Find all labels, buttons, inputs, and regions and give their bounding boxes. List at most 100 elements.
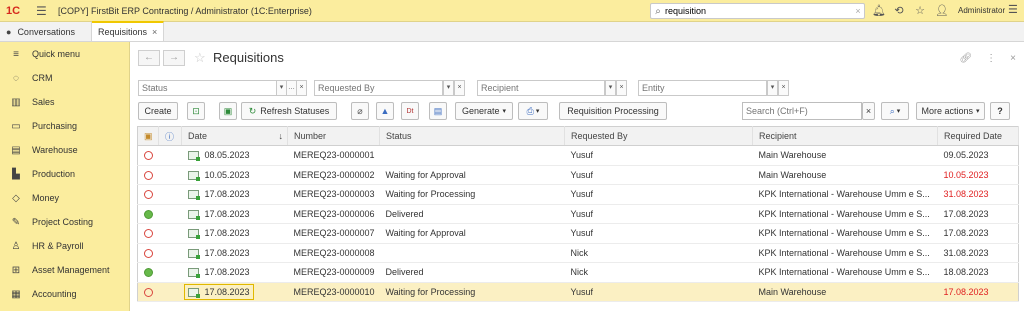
create-button[interactable]: Create [138, 102, 178, 120]
bell-icon[interactable]: 🔔︎ [872, 4, 886, 17]
table-row[interactable]: 10.05.2023 MEREQ23-0000002 Waiting for App… [137, 165, 1019, 185]
number-cell[interactable]: MEREQ23-0000001 [287, 145, 380, 166]
table-row[interactable]: 08.05.2023 MEREQ23-0000001 Yusuf Main Wareh… [137, 145, 1019, 166]
requested-by-cell[interactable]: Yusuf [564, 223, 753, 244]
entity-filter-input[interactable] [639, 81, 766, 95]
requested-by-cell[interactable]: Yusuf [564, 165, 753, 185]
required-date-cell[interactable]: 31.08.2023 [937, 243, 1019, 263]
clear-search-icon[interactable]: × [852, 6, 864, 16]
attachment-icon[interactable]: ⌀ [351, 102, 369, 120]
recipient-dropdown-button[interactable]: ▾ [605, 80, 616, 96]
requested-by-cell[interactable]: Yusuf [564, 282, 753, 302]
required-date-cell[interactable]: 09.05.2023 [937, 145, 1019, 166]
sidebar-item-asset-management[interactable]: ⊞ Asset Management [0, 258, 129, 282]
print-button[interactable]: ⎙ ▾ [518, 102, 548, 120]
sidebar-item-warehouse[interactable]: ▤ Warehouse [0, 138, 129, 162]
clear-list-search-button[interactable]: × [862, 102, 875, 120]
number-column-header[interactable]: Number [287, 126, 380, 146]
requested-by-filter[interactable] [314, 80, 443, 96]
sidebar-item-hr-payroll[interactable]: ♙ HR & Payroll [0, 234, 129, 258]
status-cell[interactable]: Waiting for Processing [379, 184, 565, 205]
sidebar-item-purchasing[interactable]: ▭ Purchasing [0, 114, 129, 138]
requested-by-clear-button[interactable]: × [454, 80, 465, 96]
recipient-filter[interactable] [477, 80, 605, 96]
number-cell[interactable]: MEREQ23-0000008 [287, 243, 380, 263]
sidebar-item-production[interactable]: ▙ Production [0, 162, 129, 186]
requested-by-dropdown-button[interactable]: ▾ [443, 80, 454, 96]
recipient-cell[interactable]: KPK International - Warehouse Umm e S... [752, 204, 938, 224]
table-row[interactable]: 17.08.2023 MEREQ23-0000010 Waiting for Pro… [137, 282, 1019, 302]
user-icon[interactable]: 👤︎ [935, 4, 949, 17]
status-column-header[interactable]: Status [379, 126, 565, 146]
date-cell[interactable]: 17.08.2023 [181, 204, 288, 224]
recipient-cell[interactable]: Main Warehouse [752, 282, 938, 302]
sidebar-item-money[interactable]: ◇ Money [0, 186, 129, 210]
status-filter-input[interactable] [139, 81, 276, 95]
tab-conversations[interactable]: ● Conversations [0, 22, 92, 41]
help-button[interactable]: ? [990, 102, 1010, 120]
required-date-cell[interactable]: 17.08.2023 [937, 282, 1019, 302]
report-icon[interactable]: ▤ [429, 102, 447, 120]
requested-by-cell[interactable]: Nick [564, 243, 753, 263]
copy-document-icon[interactable]: ⊡ [187, 102, 205, 120]
close-tab-icon[interactable]: × [152, 27, 157, 37]
back-button[interactable]: ← [138, 50, 160, 66]
user-name[interactable]: Administrator [958, 6, 1005, 15]
number-cell[interactable]: MEREQ23-0000010 [287, 282, 380, 302]
refresh-statuses-button[interactable]: ↻ Refresh Statuses [241, 102, 337, 120]
generate-button[interactable]: Generate ▾ [455, 102, 513, 120]
recipient-cell[interactable]: Main Warehouse [752, 165, 938, 185]
sidebar-item-quick-menu[interactable]: ≡ Quick menu [0, 42, 129, 66]
requisition-processing-button[interactable]: Requisition Processing [559, 102, 667, 120]
number-cell[interactable]: MEREQ23-0000002 [287, 165, 380, 185]
requested-by-cell[interactable]: Yusuf [564, 204, 753, 224]
more-options-icon[interactable]: ⋮ [986, 53, 996, 64]
status-filter[interactable] [138, 80, 277, 96]
entity-clear-button[interactable]: × [778, 80, 789, 96]
requested-by-filter-input[interactable] [315, 81, 442, 95]
global-search-input[interactable] [665, 6, 852, 16]
requested-by-cell[interactable]: Nick [564, 262, 753, 283]
main-menu-icon[interactable]: ☰ [36, 4, 50, 18]
more-actions-button[interactable]: More actions ▾ [916, 102, 985, 120]
required-date-column-header[interactable]: Required Date [937, 126, 1019, 146]
date-cell[interactable]: 08.05.2023 [181, 145, 288, 166]
table-row[interactable]: 17.08.2023 MEREQ23-0000007 Waiting for App… [137, 223, 1019, 244]
date-cell[interactable]: 17.08.2023 [181, 262, 288, 283]
list-search-input[interactable] [743, 103, 861, 119]
date-cell[interactable]: 17.08.2023 [181, 184, 288, 205]
search-options-button[interactable]: ⌕ ▾ [881, 102, 909, 120]
list-search[interactable] [742, 102, 862, 120]
table-row[interactable]: 17.08.2023 MEREQ23-0000006 Delivered Yusuf K… [137, 204, 1019, 224]
number-cell[interactable]: MEREQ23-0000007 [287, 223, 380, 244]
forward-button[interactable]: → [163, 50, 185, 66]
status-cell[interactable] [379, 145, 565, 166]
recipient-filter-input[interactable] [478, 81, 604, 95]
status-cell[interactable]: Waiting for Processing [379, 282, 565, 302]
date-column-header[interactable]: Date ↓ [181, 126, 288, 146]
recipient-clear-button[interactable]: × [616, 80, 627, 96]
number-cell[interactable]: MEREQ23-0000006 [287, 204, 380, 224]
date-cell[interactable]: 17.08.2023 [181, 223, 288, 244]
entity-dropdown-button[interactable]: ▾ [767, 80, 778, 96]
debit-credit-icon[interactable]: Dt [401, 102, 419, 120]
link-icon[interactable]: 🔗︎ [959, 53, 972, 64]
sidebar-item-sales[interactable]: ▥ Sales [0, 90, 129, 114]
history-icon[interactable]: ⟲ [893, 4, 905, 17]
required-date-cell[interactable]: 31.08.2023 [937, 184, 1019, 205]
favorite-star-icon[interactable]: ☆ [194, 50, 206, 66]
date-cell[interactable]: 10.05.2023 [181, 165, 288, 185]
date-cell[interactable]: 17.08.2023 [181, 282, 288, 302]
recipient-column-header[interactable]: Recipient [752, 126, 938, 146]
tab-requisitions[interactable]: Requisitions × [92, 21, 165, 41]
sidebar-item-accounting[interactable]: ▦ Accounting [0, 282, 129, 306]
document-icon[interactable]: ▣ [219, 102, 237, 120]
sidebar-item-crm[interactable]: ◌ CRM [0, 66, 129, 90]
status-cell[interactable]: Delivered [379, 204, 565, 224]
required-date-cell[interactable]: 17.08.2023 [937, 204, 1019, 224]
status-cell[interactable]: Delivered [379, 262, 565, 283]
posted-column-header[interactable]: ▣ [137, 126, 159, 146]
recipient-cell[interactable]: KPK International - Warehouse Umm e S... [752, 223, 938, 244]
close-icon[interactable]: × [1010, 53, 1016, 64]
recipient-cell[interactable]: KPK International - Warehouse Umm e S... [752, 184, 938, 205]
